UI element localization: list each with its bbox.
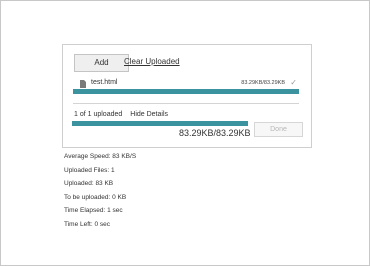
done-button[interactable]: Done xyxy=(254,122,303,137)
upload-stats: Average Speed: 83 KB/S Uploaded Files: 1… xyxy=(64,150,136,231)
file-icon xyxy=(80,80,86,88)
summary-text: 1 of 1 uploaded xyxy=(74,111,123,118)
stat-time-elapsed: Time Elapsed: 1 sec xyxy=(64,207,123,214)
stat-time-left: Time Left: 0 sec xyxy=(64,220,110,228)
check-icon: ✓ xyxy=(290,78,297,87)
stat-to-be-uploaded: To be uploaded: 0 KB xyxy=(64,193,127,201)
demo-frame: Add Clear Uploaded test.html 83.29KB/83.… xyxy=(0,0,370,266)
file-item: test.html 83.29KB/83.29KB ✓ xyxy=(73,78,299,97)
file-progress-bar xyxy=(73,89,299,94)
file-size: 83.29KB/83.29KB xyxy=(241,80,285,86)
add-button[interactable]: Add xyxy=(74,54,129,72)
file-progress-fill xyxy=(73,89,299,94)
hide-details-link[interactable]: Hide Details xyxy=(130,111,168,118)
stat-average-speed: Average Speed: 83 KB/S xyxy=(64,153,137,160)
upload-summary: 1 of 1 uploaded Hide Details xyxy=(74,111,168,118)
total-progress-fill xyxy=(72,121,248,126)
divider xyxy=(73,103,299,104)
upload-widget: Add Clear Uploaded test.html 83.29KB/83.… xyxy=(62,44,312,148)
total-progress-bar xyxy=(72,121,248,126)
stat-uploaded: Uploaded: 83 KB xyxy=(64,180,114,187)
stat-uploaded-files: Uploaded Files: 1 xyxy=(64,166,115,174)
total-size: 83.29KB/83.29KB xyxy=(179,128,251,138)
file-name: test.html xyxy=(91,79,118,86)
clear-uploaded-link[interactable]: Clear Uploaded xyxy=(124,57,180,66)
